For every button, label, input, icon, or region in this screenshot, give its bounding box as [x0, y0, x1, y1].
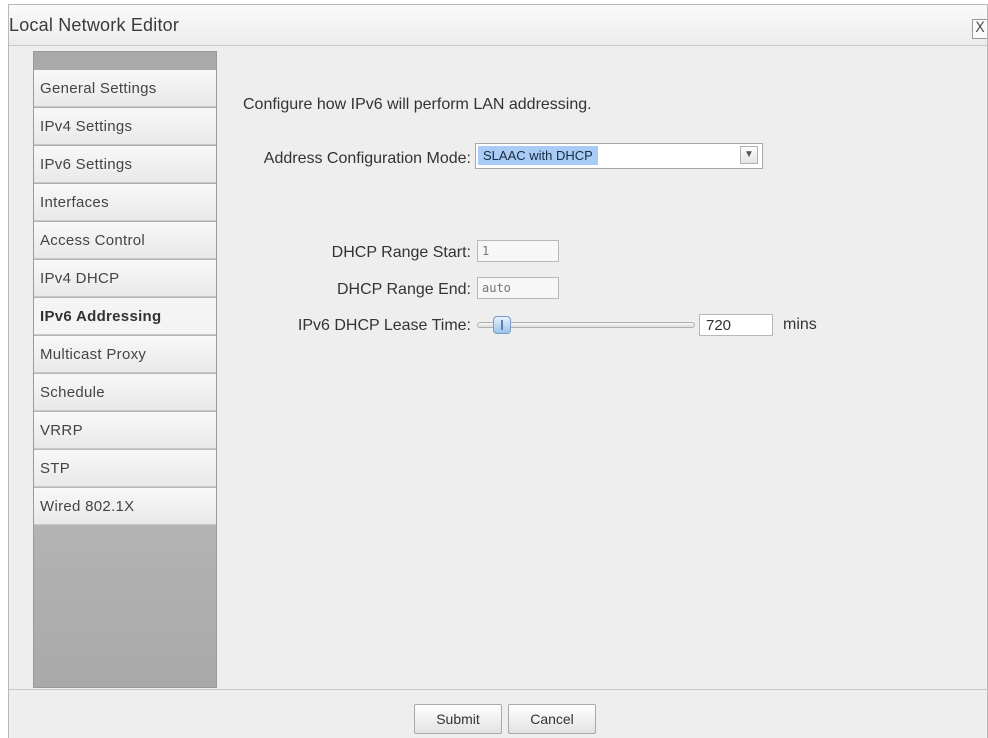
address-mode-value: SLAAC with DHCP [478, 146, 598, 165]
address-mode-select[interactable]: SLAAC with DHCP ▼ [475, 143, 763, 169]
dhcp-range-end-label: DHCP Range End: [337, 281, 471, 298]
lease-time-input[interactable] [699, 314, 773, 336]
sidebar-item-ipv6-addressing[interactable]: IPv6 Addressing [34, 298, 216, 335]
main-content: Configure how IPv6 will perform LAN addr… [219, 51, 987, 687]
lease-time-slider[interactable] [477, 315, 697, 335]
local-network-editor-dialog: Local Network Editor X General Settings … [8, 4, 988, 738]
sidebar-item-general-settings[interactable]: General Settings [34, 70, 216, 107]
lease-time-label: IPv6 DHCP Lease Time: [297, 317, 471, 334]
window-title: Local Network Editor [9, 15, 180, 35]
sidebar-item-interfaces[interactable]: Interfaces [34, 184, 216, 221]
sidebar-item-vrrp[interactable]: VRRP [34, 412, 216, 449]
sidebar-item-stp[interactable]: STP [34, 450, 216, 487]
dhcp-range-start-input[interactable] [477, 240, 559, 262]
chevron-down-icon[interactable]: ▼ [740, 146, 758, 164]
sidebar-item-ipv6-settings[interactable]: IPv6 Settings [34, 146, 216, 183]
sidebar-item-multicast-proxy[interactable]: Multicast Proxy [34, 336, 216, 373]
sidebar-item-ipv4-dhcp[interactable]: IPv4 DHCP [34, 260, 216, 297]
dhcp-range-end-input[interactable] [477, 277, 559, 299]
submit-button[interactable]: Submit [414, 704, 502, 734]
sidebar-item-wired-8021x[interactable]: Wired 802.1X [34, 488, 216, 525]
close-button[interactable]: X [972, 19, 987, 39]
address-mode-label: Address Configuration Mode: [263, 150, 471, 167]
dialog-footer: Submit Cancel [9, 689, 987, 738]
lease-time-unit: mins [783, 316, 817, 333]
close-icon: X [975, 20, 985, 36]
slider-handle[interactable] [493, 316, 511, 334]
sidebar-nav: General Settings IPv4 Settings IPv6 Sett… [33, 51, 217, 688]
page-description: Configure how IPv6 will perform LAN addr… [243, 96, 592, 113]
sidebar-item-schedule[interactable]: Schedule [34, 374, 216, 411]
title-bar: Local Network Editor X [9, 5, 987, 46]
sidebar-item-access-control[interactable]: Access Control [34, 222, 216, 259]
cancel-button[interactable]: Cancel [508, 704, 596, 734]
dhcp-range-start-label: DHCP Range Start: [331, 244, 471, 261]
sidebar-item-ipv4-settings[interactable]: IPv4 Settings [34, 108, 216, 145]
